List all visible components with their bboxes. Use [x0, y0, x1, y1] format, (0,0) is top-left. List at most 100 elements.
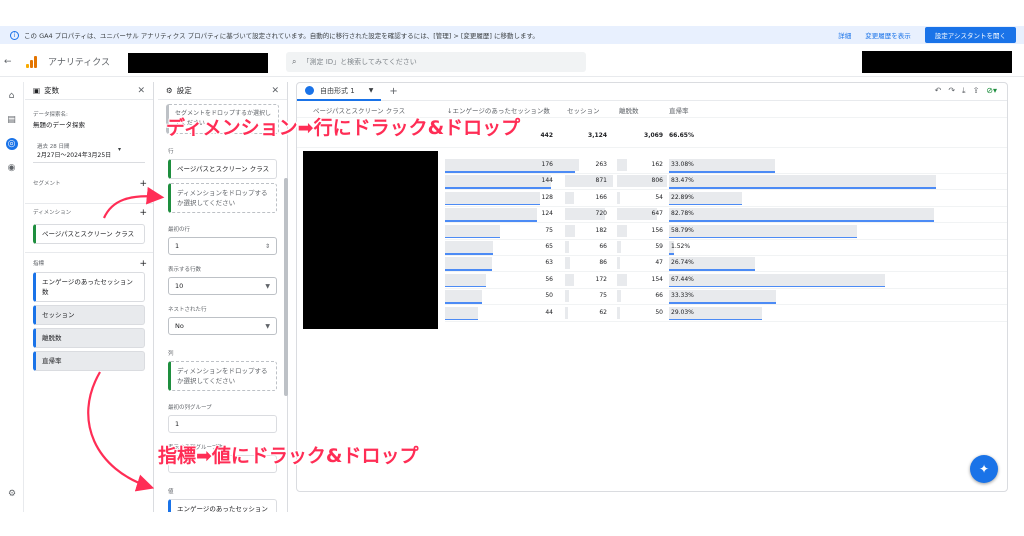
tab-freeform[interactable]: 自由形式 1 ▼ — [297, 83, 382, 101]
dimensions-label: ディメンション — [33, 210, 72, 216]
exits-cell: 59 — [655, 243, 663, 250]
engaged-bar — [445, 257, 492, 270]
bounce-cell: 1.52% — [671, 243, 691, 250]
exits-cell: 54 — [655, 193, 663, 201]
explore-icon[interactable]: ◎ — [5, 138, 18, 150]
date-range-value: 2月27日～2024年3月25日 — [37, 152, 112, 159]
details-link[interactable]: 詳細 — [838, 30, 851, 40]
add-segment-icon[interactable]: + — [139, 179, 147, 189]
variables-panel: ▣ 変数 ✕ データ探索名: 無題のデータ探索 過去 28 日間 2月27日～20… — [25, 82, 154, 512]
analytics-logo — [26, 55, 40, 68]
reports-icon[interactable]: ▤ — [6, 114, 18, 126]
total-exits: 3,069 — [644, 132, 663, 139]
first-col-group-label: 最初の列グループ — [168, 405, 212, 411]
date-range-picker[interactable]: 過去 28 日間 2月27日～2024年3月25日 ▾ — [33, 139, 145, 163]
stepper-icon[interactable]: ⇕ — [265, 243, 270, 250]
metric-chip-engaged[interactable]: エンゲージのあったセッション数 — [33, 272, 145, 302]
first-row-input[interactable]: 1 ⇕ — [168, 237, 277, 255]
sessions-cell: 720 — [595, 210, 607, 218]
close-icon[interactable]: ✕ — [271, 86, 279, 96]
engaged-cell: 56 — [545, 275, 553, 283]
settings-scrollbar[interactable] — [284, 178, 288, 396]
column-drop-zone[interactable]: ディメンションをドロップするか選択してください — [168, 361, 277, 391]
redo-icon[interactable]: ↷ — [948, 86, 955, 96]
table-row — [445, 304, 1007, 306]
date-preset: 過去 28 日間 — [37, 144, 70, 150]
sessions-cell: 871 — [595, 177, 607, 185]
variables-icon: ▣ — [33, 86, 41, 95]
row-drop-zone[interactable]: ディメンションをドロップするか選択してください — [168, 183, 277, 213]
engaged-cell: 176 — [541, 161, 553, 168]
chevron-down-icon: ▾ — [117, 146, 121, 153]
exits-cell: 50 — [655, 308, 663, 316]
annotation-top: ディメンション➡行にドラック&ドロップ — [166, 117, 521, 139]
check-icon[interactable]: ⊘▾ — [986, 86, 997, 96]
exploration-canvas: 自由形式 1 ▼ + ↶ ↷ ⤓ ⇪ ⊘▾ ページパスとスクリーン クラス ↓エ… — [296, 82, 1008, 492]
total-sessions: 3,124 — [588, 132, 607, 139]
exits-cell: 47 — [655, 259, 663, 267]
insights-fab-icon[interactable]: ✦ — [970, 455, 998, 483]
view-history-link[interactable]: 変更履歴を表示 — [865, 30, 911, 40]
exploration-name-label: データ探索名: — [33, 112, 68, 118]
back-arrow-icon[interactable]: ← — [4, 57, 18, 67]
exits-cell: 156 — [651, 226, 663, 234]
add-tab-button[interactable]: + — [389, 86, 397, 97]
table-row — [445, 255, 1007, 256]
add-dimension-icon[interactable]: + — [139, 208, 147, 218]
tab-label: 自由形式 1 — [320, 86, 355, 95]
engaged-cell: 65 — [545, 243, 553, 250]
engaged-bar — [445, 273, 487, 286]
chevron-down-icon: ▼ — [265, 322, 270, 330]
metric-chip-bounce[interactable]: 直帰率 — [33, 351, 145, 371]
first-col-group-input[interactable]: 1 — [168, 415, 277, 433]
app-name: アナリティクス — [48, 58, 111, 68]
metrics-label: 指標 — [33, 261, 45, 267]
bounce-cell: 82.78% — [671, 210, 694, 218]
total-bounce: 66.65% — [669, 132, 694, 139]
tab-menu-icon[interactable]: ▼ — [369, 87, 374, 94]
close-icon[interactable]: ✕ — [137, 86, 145, 96]
setup-assistant-button[interactable]: 設定アシスタントを開く — [924, 27, 1016, 43]
dimension-chip[interactable]: ページパスとスクリーン クラス — [33, 224, 145, 244]
engaged-cell: 124 — [541, 210, 553, 218]
home-icon[interactable]: ⌂ — [6, 90, 18, 102]
table-row — [445, 173, 1007, 174]
share-icon[interactable]: ⇪ — [973, 86, 980, 96]
metric-chip-exits[interactable]: 離脱数 — [33, 328, 145, 348]
engaged-cell: 128 — [541, 193, 553, 201]
table-row — [445, 271, 1007, 273]
show-rows-select[interactable]: 10 ▼ — [168, 277, 277, 295]
chevron-down-icon: ▼ — [265, 282, 270, 290]
advertising-icon[interactable]: ◉ — [6, 162, 18, 174]
segments-label: セグメント — [33, 181, 61, 187]
bounce-cell: 22.89% — [671, 193, 694, 201]
add-metric-icon[interactable]: + — [139, 259, 147, 269]
bounce-cell: 26.74% — [671, 259, 694, 267]
exits-cell: 162 — [651, 161, 663, 168]
nested-rows-select[interactable]: No ▼ — [168, 317, 277, 335]
exploration-name-input[interactable]: 無題のデータ探索 — [33, 119, 145, 129]
engaged-bar — [445, 241, 493, 253]
search-bar[interactable]: ⌕ 「測定 ID」と検索してみてください — [286, 52, 586, 72]
annotation-bottom: 指標➡値にドラック&ドロップ — [158, 445, 419, 467]
row-dimension-chip[interactable]: ページパスとスクリーン クラス — [168, 159, 277, 179]
show-rows-label: 表示する行数 — [168, 267, 202, 273]
engaged-cell: 50 — [545, 292, 553, 300]
exits-cell: 154 — [651, 275, 663, 283]
search-input[interactable]: 「測定 ID」と検索してみてください — [302, 57, 416, 67]
download-icon[interactable]: ⤓ — [962, 86, 966, 96]
bounce-cell: 33.33% — [671, 292, 694, 300]
sessions-cell: 263 — [595, 161, 607, 168]
metric-chip-sessions[interactable]: セッション — [33, 305, 145, 325]
value-metric-chip[interactable]: エンゲージのあったセッション数 — [168, 499, 277, 512]
engaged-bar — [445, 290, 482, 303]
admin-gear-icon[interactable]: ⚙ — [6, 488, 18, 500]
tab-bar: 自由形式 1 ▼ + — [297, 83, 1007, 101]
nav-rail: ⌂ ▤ ◎ ◉ ⚙ — [0, 82, 24, 512]
sessions-cell: 182 — [595, 226, 607, 234]
engaged-cell: 44 — [545, 308, 553, 316]
exploration-name-block: データ探索名: 無題のデータ探索 — [25, 100, 153, 129]
values-label: 値 — [168, 489, 174, 495]
bounce-cell: 83.47% — [671, 177, 694, 185]
undo-icon[interactable]: ↶ — [935, 86, 942, 96]
